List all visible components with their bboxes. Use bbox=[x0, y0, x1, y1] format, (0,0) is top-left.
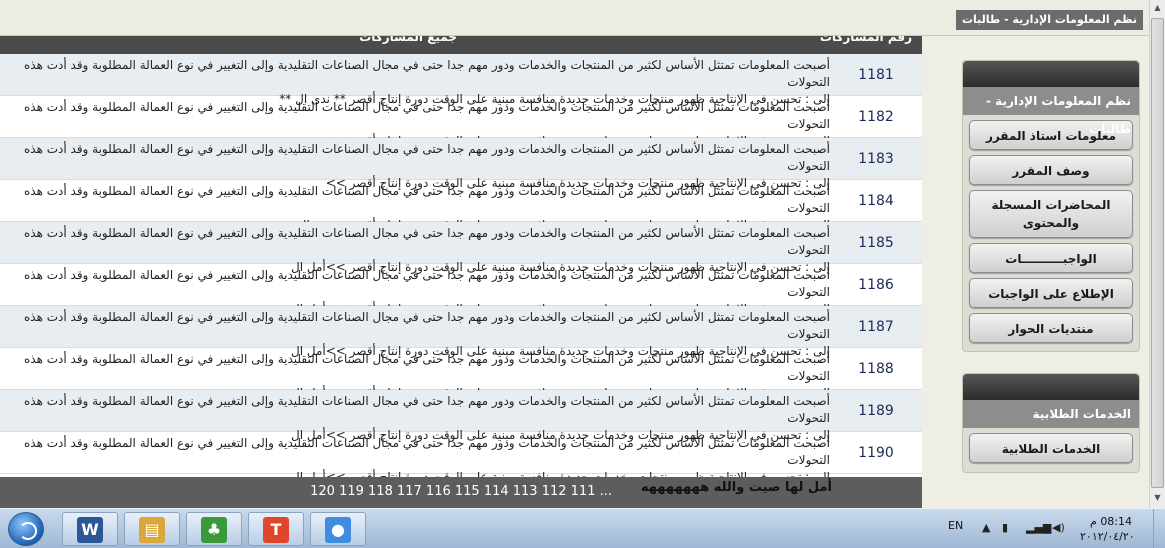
clock-time[interactable]: 08:14 م bbox=[1090, 515, 1132, 528]
taskbar-t-app-button[interactable]: T bbox=[248, 512, 304, 546]
explorer-icon: ▤ bbox=[139, 517, 165, 543]
scroll-down-icon[interactable]: ▼ bbox=[1150, 490, 1165, 506]
student-services-button[interactable]: الخدمات الطلابية bbox=[969, 433, 1133, 463]
course-title: نظم المعلومات الإدارية - طالبات bbox=[963, 87, 1139, 136]
post-number: 1187 bbox=[858, 319, 894, 335]
system-tray: EN ▲ ▮ ▂▄▆ ◀) 08:14 م ٢٠١٢/٠٤/٢٠ bbox=[930, 509, 1165, 548]
clock-date[interactable]: ٢٠١٢/٠٤/٢٠ bbox=[1080, 530, 1135, 543]
table-row: 1185 أصبحت المعلومات تمتثل الأساس لكثير م… bbox=[0, 222, 922, 274]
box-header bbox=[963, 61, 1139, 87]
messenger-icon: ♣ bbox=[201, 517, 227, 543]
student-services-box: الخدمات الطلابية الخدمات الطلابية bbox=[962, 373, 1140, 473]
post-line-1: أصبحت المعلومات تمتثل الأساس لكثير من ال… bbox=[24, 268, 830, 299]
taskbar: W ▤ ♣ T ● EN ▲ ▮ ▂▄▆ ◀) 08:14 م ٢٠١٢/٠٤/٢٠ bbox=[0, 508, 1165, 548]
header-post-number: رقم المشاركات bbox=[819, 36, 912, 44]
table-row: 1182 أصبحت المعلومات تمتثل الأساس لكثير م… bbox=[0, 96, 922, 148]
post-number: 1188 bbox=[858, 361, 894, 377]
power-icon[interactable]: ▮ bbox=[1002, 521, 1008, 534]
taskbar-explorer-button[interactable]: ▤ bbox=[124, 512, 180, 546]
post-number: 1186 bbox=[858, 277, 894, 293]
post-line-1: أصبحت المعلومات تمتثل الأساس لكثير من ال… bbox=[24, 100, 830, 131]
post-line-1: أصبحت المعلومات تمتثل الأساس لكثير من ال… bbox=[24, 394, 830, 425]
posts-table: رقم المشاركات جميع المشاركات 1181 أصبحت ا… bbox=[0, 36, 922, 508]
table-row: 1184 أصبحت المعلومات تمتثل الأساس لكثير م… bbox=[0, 180, 922, 232]
post-number: 1190 bbox=[858, 445, 894, 461]
top-bar: نظم المعلومات الإدارية - طالبات bbox=[0, 0, 1149, 36]
table-row: 1181 أصبحت المعلومات تمتثل الأساس لكثير م… bbox=[0, 54, 922, 106]
language-indicator[interactable]: EN bbox=[948, 519, 963, 532]
post-line-1: أصبحت المعلومات تمتثل الأساس لكثير من ال… bbox=[24, 436, 830, 467]
post-line-1: أصبحت المعلومات تمتثل الأساس لكثير من ال… bbox=[24, 310, 830, 341]
table-row: 1183 أصبحت المعلومات تمتثل الأساس لكثير م… bbox=[0, 138, 922, 190]
post-line-1: أصبحت المعلومات تمتثل الأساس لكثير من ال… bbox=[24, 142, 830, 173]
table-row: 1190 أصبحت المعلومات تمتثل الأساس لكثير م… bbox=[0, 432, 922, 484]
network-icon[interactable]: ▂▄▆ bbox=[1026, 521, 1051, 534]
table-row: 1188 أصبحت المعلومات تمتثل الأساس لكثير م… bbox=[0, 348, 922, 400]
footer-text: أمل لها صيت والله هههههههه bbox=[640, 480, 832, 495]
taskbar-chrome-button[interactable]: ● bbox=[310, 512, 366, 546]
breadcrumb[interactable]: نظم المعلومات الإدارية - طالبات bbox=[955, 10, 1143, 30]
post-number: 1182 bbox=[858, 109, 894, 125]
post-line-1: أصبحت المعلومات تمتثل الأساس لكثير من ال… bbox=[24, 352, 830, 383]
nav-button-6[interactable]: منتديات الحوار bbox=[969, 313, 1133, 343]
taskbar-messenger-button[interactable]: ♣ bbox=[186, 512, 242, 546]
post-number: 1183 bbox=[858, 151, 894, 167]
pagination[interactable]: 120 119 118 117 116 115 114 113 112 111 … bbox=[310, 484, 612, 499]
chrome-icon: ● bbox=[325, 517, 351, 543]
post-number: 1184 bbox=[858, 193, 894, 209]
table-row: 1186 أصبحت المعلومات تمتثل الأساس لكثير م… bbox=[0, 264, 922, 316]
nav-button-5[interactable]: الإطلاع على الواجبات bbox=[969, 278, 1133, 308]
course-menu-box: نظم المعلومات الإدارية - طالبات معلومات … bbox=[962, 60, 1140, 352]
scroll-thumb[interactable] bbox=[1151, 18, 1164, 488]
services-title: الخدمات الطلابية bbox=[963, 400, 1139, 428]
nav-button-4[interactable]: الواجبــــــــــات bbox=[969, 243, 1133, 273]
scroll-up-icon[interactable]: ▲ bbox=[1150, 0, 1165, 16]
word-icon: W bbox=[77, 517, 103, 543]
table-row: 1187 أصبحت المعلومات تمتثل الأساس لكثير م… bbox=[0, 306, 922, 358]
table-header: رقم المشاركات جميع المشاركات bbox=[0, 36, 922, 54]
nav-button-2[interactable]: وصف المقرر bbox=[969, 155, 1133, 185]
vertical-scrollbar[interactable]: ▲ ▼ bbox=[1149, 0, 1165, 508]
table-footer: أمل لها صيت والله هههههههه 120 119 118 1… bbox=[0, 477, 922, 508]
post-number: 1181 bbox=[858, 67, 894, 83]
post-line-1: أصبحت المعلومات تمتثل الأساس لكثير من ال… bbox=[24, 58, 830, 89]
t-app-icon: T bbox=[263, 517, 289, 543]
nav-button-3[interactable]: المحاضرات المسجلة والمحتوى bbox=[969, 190, 1133, 238]
post-line-1: أصبحت المعلومات تمتثل الأساس لكثير من ال… bbox=[24, 184, 830, 215]
volume-icon[interactable]: ◀) bbox=[1052, 521, 1065, 534]
nav-button-1[interactable]: معلومات استاذ المقرر bbox=[969, 120, 1133, 150]
box-header bbox=[963, 374, 1139, 400]
start-button[interactable] bbox=[8, 512, 44, 546]
header-all-posts: جميع المشاركات bbox=[359, 36, 457, 44]
show-hidden-icons-icon[interactable]: ▲ bbox=[982, 521, 990, 534]
show-desktop-button[interactable] bbox=[1153, 509, 1165, 548]
post-number: 1185 bbox=[858, 235, 894, 251]
taskbar-word-button[interactable]: W bbox=[62, 512, 118, 546]
post-line-1: أصبحت المعلومات تمتثل الأساس لكثير من ال… bbox=[24, 226, 830, 257]
table-row: 1189 أصبحت المعلومات تمتثل الأساس لكثير م… bbox=[0, 390, 922, 442]
post-number: 1189 bbox=[858, 403, 894, 419]
